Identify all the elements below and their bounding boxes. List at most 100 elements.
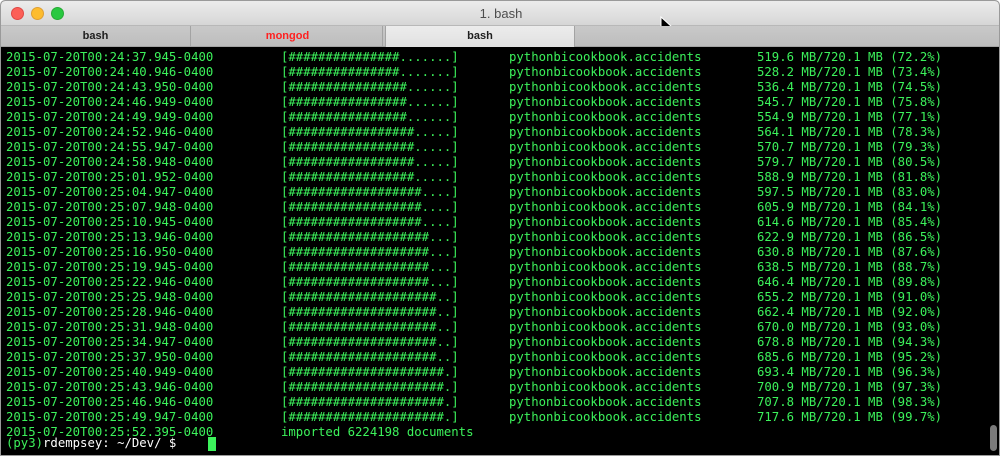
line-progress-bar: [################......]	[281, 80, 459, 94]
line-collection: pythonbicookbook.accidents	[509, 245, 702, 259]
line-progress-bar: [###################...]	[281, 260, 459, 274]
line-size: 700.9 MB/720.1 MB (97.3%)	[757, 380, 943, 394]
line-collection: pythonbicookbook.accidents	[509, 50, 702, 64]
line-progress-bar: [###################...]	[281, 245, 459, 259]
line-timestamp: 2015-07-20T00:24:52.946-0400	[6, 125, 214, 139]
scrollbar[interactable]	[990, 425, 997, 451]
line-size: 678.8 MB/720.1 MB (94.3%)	[757, 335, 943, 349]
tab-mongod[interactable]: mongod	[193, 26, 383, 47]
line-size: 670.0 MB/720.1 MB (93.0%)	[757, 320, 943, 334]
line-collection: pythonbicookbook.accidents	[509, 350, 702, 364]
line-size: 646.4 MB/720.1 MB (89.8%)	[757, 275, 943, 289]
line-timestamp: 2015-07-20T00:24:37.945-0400	[6, 50, 214, 64]
line-collection: pythonbicookbook.accidents	[509, 155, 702, 169]
line-collection: pythonbicookbook.accidents	[509, 260, 702, 274]
line-progress-bar: [###############.......]	[281, 50, 459, 64]
line-size: 662.4 MB/720.1 MB (92.0%)	[757, 305, 943, 319]
line-timestamp: 2015-07-20T00:24:55.947-0400	[6, 140, 214, 154]
line-size: 685.6 MB/720.1 MB (95.2%)	[757, 350, 943, 364]
line-timestamp: 2015-07-20T00:25:52.395-0400	[6, 425, 214, 439]
line-progress-bar: [#################.....]	[281, 125, 459, 139]
line-size: 605.9 MB/720.1 MB (84.1%)	[757, 200, 943, 214]
line-timestamp: 2015-07-20T00:25:10.945-0400	[6, 215, 214, 229]
line-progress-bar: [####################..]	[281, 350, 459, 364]
line-size: 570.7 MB/720.1 MB (79.3%)	[757, 140, 943, 154]
line-collection: pythonbicookbook.accidents	[509, 125, 702, 139]
line-timestamp: 2015-07-20T00:25:28.946-0400	[6, 305, 214, 319]
line-timestamp: 2015-07-20T00:25:40.949-0400	[6, 365, 214, 379]
line-progress-bar: [##################....]	[281, 215, 459, 229]
import-summary: imported 6224198 documents	[281, 425, 474, 439]
line-progress-bar: [##################....]	[281, 200, 459, 214]
line-size: 519.6 MB/720.1 MB (72.2%)	[757, 50, 943, 64]
terminal-window: 1. bash bash mongod bash (py3)rdempsey: …	[0, 0, 1000, 456]
line-progress-bar: [###############.......]	[281, 65, 459, 79]
line-size: 528.2 MB/720.1 MB (73.4%)	[757, 65, 943, 79]
tab-bash-active[interactable]: bash	[385, 26, 575, 48]
line-progress-bar: [#####################.]	[281, 410, 459, 424]
line-timestamp: 2015-07-20T00:25:19.945-0400	[6, 260, 214, 274]
line-size: 707.8 MB/720.1 MB (98.3%)	[757, 395, 943, 409]
terminal-output[interactable]: (py3)rdempsey: ~/Dev/ $ 2015-07-20T00:24…	[1, 47, 999, 455]
line-progress-bar: [##################....]	[281, 185, 459, 199]
line-collection: pythonbicookbook.accidents	[509, 230, 702, 244]
line-collection: pythonbicookbook.accidents	[509, 335, 702, 349]
line-progress-bar: [#####################.]	[281, 395, 459, 409]
line-timestamp: 2015-07-20T00:25:49.947-0400	[6, 410, 214, 424]
line-size: 693.4 MB/720.1 MB (96.3%)	[757, 365, 943, 379]
line-collection: pythonbicookbook.accidents	[509, 200, 702, 214]
line-progress-bar: [####################..]	[281, 335, 459, 349]
window-title: 1. bash	[479, 6, 523, 21]
line-size: 564.1 MB/720.1 MB (78.3%)	[757, 125, 943, 139]
line-collection: pythonbicookbook.accidents	[509, 140, 702, 154]
line-collection: pythonbicookbook.accidents	[509, 170, 702, 184]
line-timestamp: 2015-07-20T00:24:40.946-0400	[6, 65, 214, 79]
line-size: 614.6 MB/720.1 MB (85.4%)	[757, 215, 943, 229]
line-size: 717.6 MB/720.1 MB (99.7%)	[757, 410, 943, 424]
line-progress-bar: [####################..]	[281, 320, 459, 334]
line-timestamp: 2015-07-20T00:25:37.950-0400	[6, 350, 214, 364]
line-size: 554.9 MB/720.1 MB (77.1%)	[757, 110, 943, 124]
line-timestamp: 2015-07-20T00:24:49.949-0400	[6, 110, 214, 124]
line-size: 579.7 MB/720.1 MB (80.5%)	[757, 155, 943, 169]
line-collection: pythonbicookbook.accidents	[509, 320, 702, 334]
line-timestamp: 2015-07-20T00:25:25.948-0400	[6, 290, 214, 304]
tab-bash-1[interactable]: bash	[1, 26, 191, 47]
line-timestamp: 2015-07-20T00:25:13.946-0400	[6, 230, 214, 244]
line-progress-bar: [################......]	[281, 95, 459, 109]
line-timestamp: 2015-07-20T00:24:43.950-0400	[6, 80, 214, 94]
title-bar[interactable]: 1. bash	[1, 1, 999, 36]
line-progress-bar: [#################.....]	[281, 170, 459, 184]
line-timestamp: 2015-07-20T00:24:58.948-0400	[6, 155, 214, 169]
line-progress-bar: [####################..]	[281, 305, 459, 319]
line-progress-bar: [####################..]	[281, 290, 459, 304]
line-progress-bar: [#################.....]	[281, 140, 459, 154]
line-progress-bar: [#####################.]	[281, 365, 459, 379]
line-collection: pythonbicookbook.accidents	[509, 110, 702, 124]
line-size: 630.8 MB/720.1 MB (87.6%)	[757, 245, 943, 259]
line-timestamp: 2015-07-20T00:25:04.947-0400	[6, 185, 214, 199]
line-collection: pythonbicookbook.accidents	[509, 65, 702, 79]
line-collection: pythonbicookbook.accidents	[509, 290, 702, 304]
line-collection: pythonbicookbook.accidents	[509, 395, 702, 409]
line-timestamp: 2015-07-20T00:25:43.946-0400	[6, 380, 214, 394]
line-progress-bar: [###################...]	[281, 275, 459, 289]
line-collection: pythonbicookbook.accidents	[509, 80, 702, 94]
line-progress-bar: [#################.....]	[281, 155, 459, 169]
line-size: 588.9 MB/720.1 MB (81.8%)	[757, 170, 943, 184]
line-collection: pythonbicookbook.accidents	[509, 305, 702, 319]
line-size: 638.5 MB/720.1 MB (88.7%)	[757, 260, 943, 274]
tab-bar: bash mongod bash	[1, 26, 999, 48]
line-size: 655.2 MB/720.1 MB (91.0%)	[757, 290, 943, 304]
line-collection: pythonbicookbook.accidents	[509, 380, 702, 394]
line-progress-bar: [################......]	[281, 110, 459, 124]
line-size: 622.9 MB/720.1 MB (86.5%)	[757, 230, 943, 244]
line-size: 597.5 MB/720.1 MB (83.0%)	[757, 185, 943, 199]
line-collection: pythonbicookbook.accidents	[509, 215, 702, 229]
line-timestamp: 2015-07-20T00:25:34.947-0400	[6, 335, 214, 349]
line-collection: pythonbicookbook.accidents	[509, 365, 702, 379]
line-collection: pythonbicookbook.accidents	[509, 410, 702, 424]
line-timestamp: 2015-07-20T00:25:22.946-0400	[6, 275, 214, 289]
line-timestamp: 2015-07-20T00:24:46.949-0400	[6, 95, 214, 109]
line-size: 536.4 MB/720.1 MB (74.5%)	[757, 80, 943, 94]
